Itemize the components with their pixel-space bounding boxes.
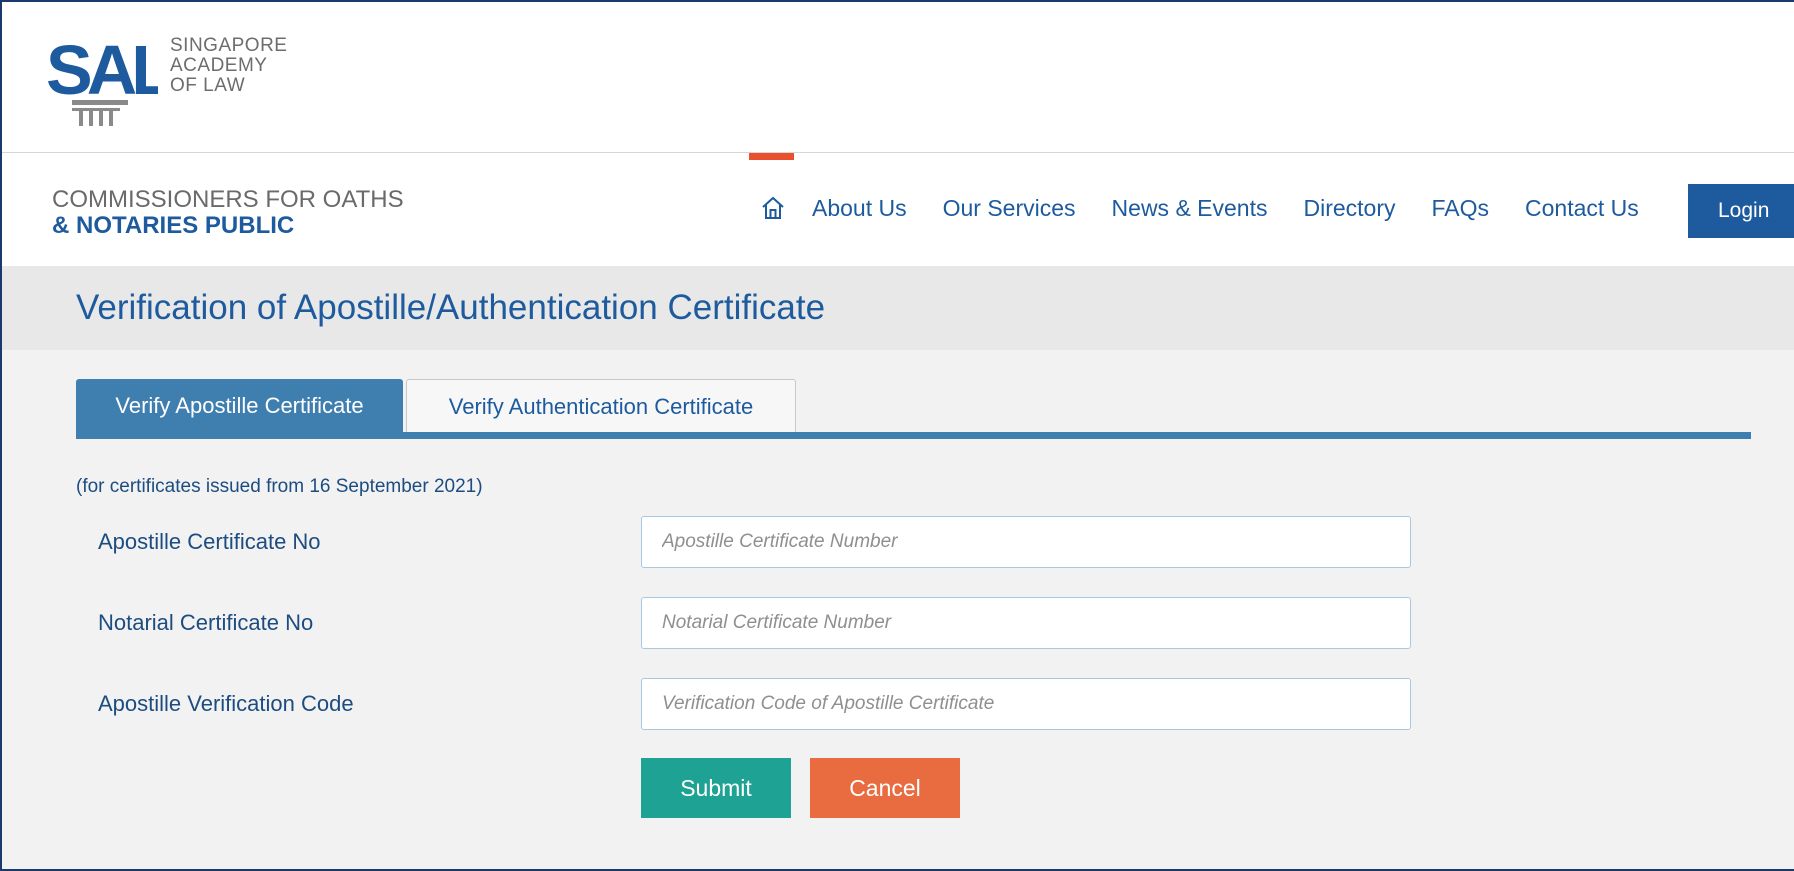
nav-item-our-services[interactable]: Our Services (943, 193, 1076, 223)
product-name[interactable]: COMMISSIONERS FOR OATHS & NOTARIES PUBLI… (52, 187, 404, 239)
tab-verify-apostille[interactable]: Verify Apostille Certificate (76, 379, 403, 433)
sal-logo-mark-text: SAL (46, 32, 158, 109)
cancel-button[interactable]: Cancel (810, 758, 960, 818)
tab-underline (76, 432, 1751, 439)
apostille-certificate-input[interactable] (641, 516, 1411, 568)
navigation-bar: COMMISSIONERS FOR OATHS & NOTARIES PUBLI… (2, 153, 1794, 266)
verification-code-row: Apostille Verification Code (98, 678, 1413, 730)
home-active-indicator (749, 153, 794, 160)
tab-verify-authentication[interactable]: Verify Authentication Certificate (406, 379, 796, 433)
nav-item-news-events[interactable]: News & Events (1112, 193, 1268, 223)
top-header: SAL SINGAPORE ACADEMY OF LAW (2, 2, 1794, 153)
logo-line: ACADEMY (170, 55, 268, 76)
notarial-certificate-label: Notarial Certificate No (98, 610, 314, 635)
logo-line: OF LAW (170, 75, 246, 96)
verification-code-input[interactable] (641, 678, 1411, 730)
nav-item-faqs[interactable]: FAQs (1432, 193, 1490, 223)
nav-item-directory[interactable]: Directory (1304, 193, 1396, 223)
notarial-certificate-input[interactable] (641, 597, 1411, 649)
verification-code-label: Apostille Verification Code (98, 691, 354, 716)
apostille-certificate-row: Apostille Certificate No (98, 516, 1413, 568)
notarial-certificate-row: Notarial Certificate No (98, 597, 1413, 649)
home-icon-glyph (762, 196, 784, 219)
sal-logo[interactable]: SAL SINGAPORE ACADEMY OF LAW (46, 28, 306, 138)
nav-item-about-us[interactable]: About Us (812, 193, 907, 223)
sal-logo-mark: SAL (46, 32, 158, 126)
main-nav: About Us Our Services News & Events Dire… (758, 193, 1675, 223)
submit-button[interactable]: Submit (641, 758, 791, 818)
nav-item-contact-us[interactable]: Contact Us (1525, 193, 1639, 223)
page-title-bar: Verification of Apostille/Authentication… (2, 266, 1794, 350)
issue-date-note: (for certificates issued from 16 Septemb… (76, 476, 483, 497)
home-icon[interactable] (758, 193, 788, 223)
product-name-line1: COMMISSIONERS FOR OATHS (52, 186, 404, 213)
sal-logo-text: SINGAPORE ACADEMY OF LAW (170, 36, 287, 96)
logo-line: SINGAPORE (170, 35, 288, 56)
page-title: Verification of Apostille/Authentication… (76, 288, 826, 327)
login-button[interactable]: Login (1688, 184, 1794, 238)
apostille-certificate-label: Apostille Certificate No (98, 529, 321, 554)
product-name-line2: & NOTARIES PUBLIC (52, 212, 295, 239)
